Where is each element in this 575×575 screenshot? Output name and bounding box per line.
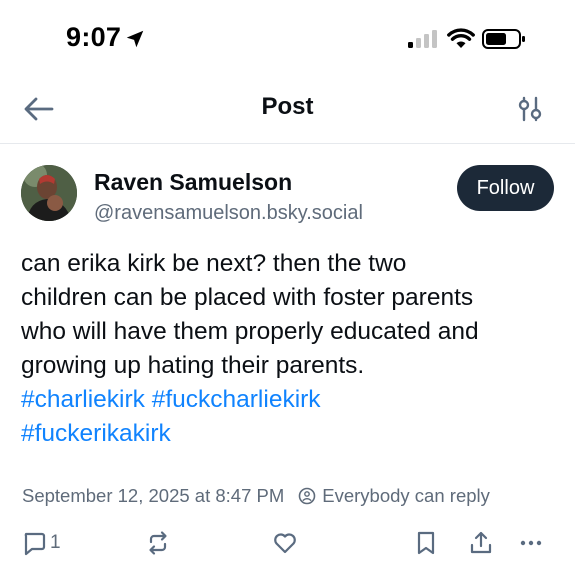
location-arrow-icon	[126, 30, 144, 48]
reply-count: 1	[50, 532, 61, 553]
page-title: Post	[261, 93, 314, 120]
status-time: 9:07	[66, 22, 122, 52]
thread-settings-button[interactable]	[517, 94, 543, 124]
post-meta: September 12, 2025 at 8:47 PM Everybody …	[22, 485, 562, 507]
share-icon	[470, 531, 492, 554]
like-button[interactable]	[272, 528, 298, 558]
hashtag-link[interactable]: #fuckerikakirk	[21, 420, 171, 447]
cellular-signal-icon	[408, 30, 437, 48]
bookmark-icon	[417, 531, 435, 555]
post-text-line: who will have them properly educated and	[21, 318, 479, 345]
hashtag-line: #charliekirk #fuckcharliekirk	[21, 383, 561, 417]
more-button[interactable]	[518, 528, 544, 558]
sliders-icon	[518, 96, 542, 122]
post-text: can erika kirk be next? then the two chi…	[21, 247, 561, 451]
status-bar: 9:07	[0, 0, 575, 78]
avatar[interactable]	[21, 165, 77, 221]
hashtag-link[interactable]: #charliekirk	[21, 386, 145, 413]
post-text-line: growing up hating their parents.	[21, 352, 365, 379]
post-text-line: can erika kirk be next? then the two	[21, 250, 407, 277]
repost-icon	[149, 531, 167, 555]
author-display-name[interactable]: Raven Samuelson	[94, 169, 292, 196]
more-icon	[520, 540, 542, 546]
follow-button[interactable]: Follow	[457, 165, 554, 211]
post-timestamp: September 12, 2025 at 8:47 PM	[22, 485, 285, 506]
hashtag-link[interactable]: #fuckcharliekirk	[152, 386, 321, 413]
reply-settings-icon	[298, 487, 316, 505]
avatar-image	[21, 165, 77, 221]
header-divider	[0, 143, 575, 144]
bookmark-button[interactable]	[413, 528, 439, 558]
reply-settings-label[interactable]: Everybody can reply	[322, 485, 490, 507]
post-header: Post	[0, 78, 575, 142]
post-actions: 1	[0, 524, 575, 564]
repost-button[interactable]	[145, 528, 171, 558]
share-button[interactable]	[468, 528, 494, 558]
reply-icon	[24, 532, 46, 556]
wifi-icon	[447, 28, 475, 48]
battery-icon	[482, 29, 525, 49]
reply-button[interactable]: 1	[21, 528, 61, 558]
heart-icon	[274, 533, 296, 554]
author-handle[interactable]: @ravensamuelson.bsky.social	[94, 202, 363, 225]
hashtag-line: #fuckerikakirk	[21, 417, 561, 451]
post-text-line: children can be placed with foster paren…	[21, 284, 474, 311]
